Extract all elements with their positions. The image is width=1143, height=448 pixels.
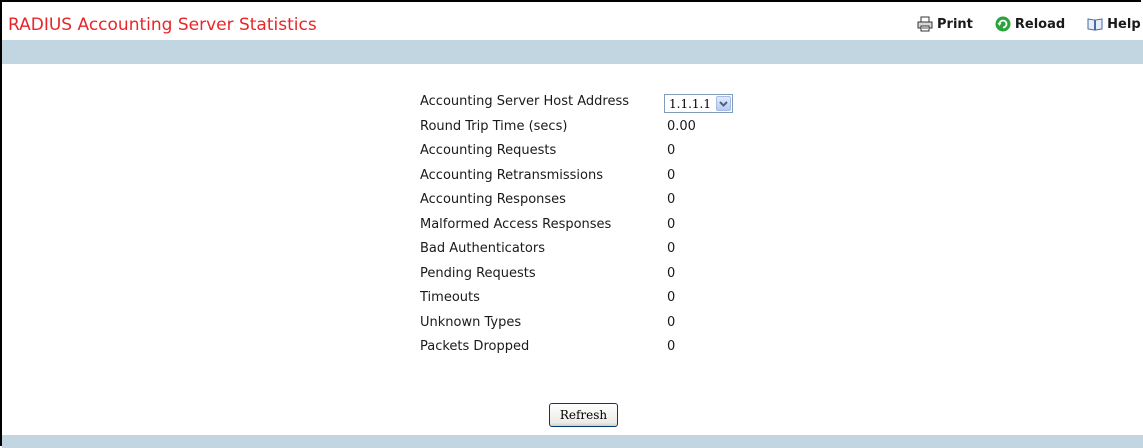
reload-button[interactable]: Reload [995,16,1065,32]
stat-value: 0 [667,265,676,281]
stat-value: 0 [667,192,676,207]
stat-label: Timeouts [420,290,480,305]
stat-label: Packets Dropped [420,339,530,354]
reload-icon [995,16,1011,32]
footer-band [2,435,1143,448]
chevron-down-icon[interactable] [716,96,731,111]
refresh-button[interactable]: Refresh [549,403,618,427]
host-address-label: Accounting Server Host Address [420,94,629,109]
stat-value: 0 [667,290,676,305]
stat-label: Unknown Types [420,314,522,330]
stat-value: 0 [667,167,676,183]
header-band [2,40,1143,64]
printer-icon [917,16,933,32]
print-button[interactable]: Print [917,16,973,32]
book-icon [1087,16,1103,32]
stat-value: 0 [667,216,676,232]
help-label: Help [1107,16,1141,32]
stat-value: 0.00 [667,118,696,134]
stat-label: Accounting Requests [420,143,557,158]
stat-label: Round Trip Time (secs) [420,118,568,134]
stat-label: Pending Requests [420,265,536,281]
stat-label: Malformed Access Responses [420,216,612,232]
stat-value: 0 [667,314,676,330]
stat-value: 0 [667,241,676,256]
toolbar: Print Reload Help [917,16,1143,32]
stat-label: Accounting Responses [420,192,566,207]
header: RADIUS Accounting Server Statistics Prin… [2,2,1141,40]
stat-label: Bad Authenticators [420,241,545,256]
print-label: Print [937,16,973,32]
host-address-selected: 1.1.1.1 [669,97,711,111]
stat-label: Accounting Retransmissions [420,167,603,183]
reload-label: Reload [1014,16,1066,32]
help-button[interactable]: Help [1087,16,1141,32]
stat-value: 0 [667,143,676,158]
stat-value: 0 [667,339,676,354]
page-title: RADIUS Accounting Server Statistics [8,15,317,35]
host-address-select[interactable]: 1.1.1.1 [664,94,733,113]
